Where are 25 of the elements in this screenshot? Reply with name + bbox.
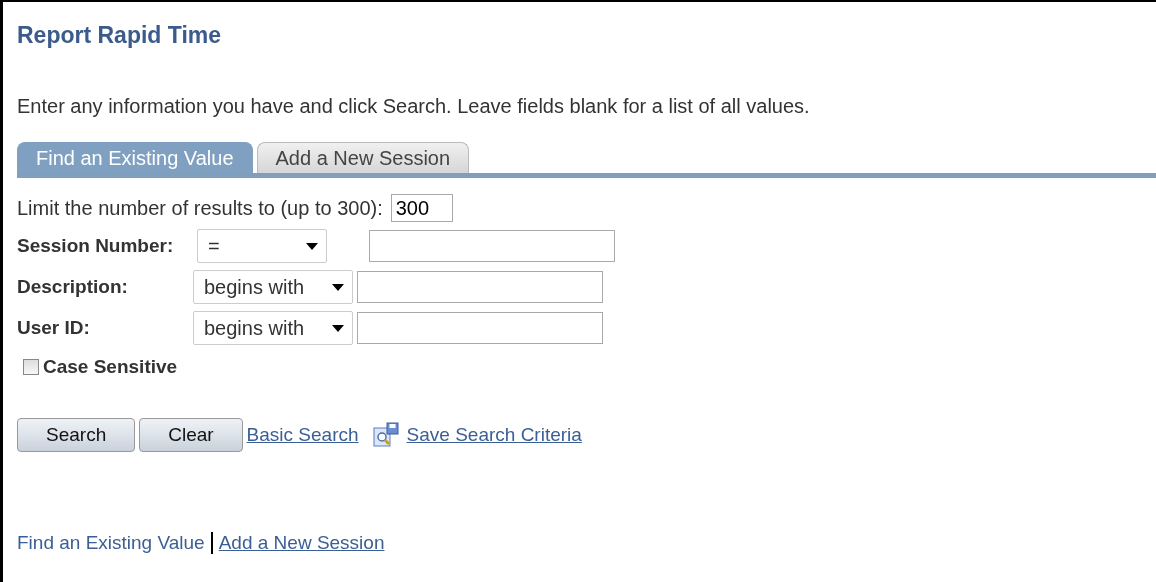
- footer-link[interactable]: Find an Existing Value: [17, 532, 205, 554]
- action-button[interactable]: Clear: [139, 418, 243, 452]
- footer-link[interactable]: Add a New Session: [218, 532, 385, 554]
- field-label: Description:: [17, 276, 129, 298]
- page-title: Report Rapid Time: [17, 22, 222, 49]
- caret-icon: [332, 324, 344, 332]
- text-field[interactable]: [369, 230, 615, 262]
- operator-dropdown[interactable]: begins with: [193, 311, 353, 345]
- caret-icon: [332, 283, 344, 291]
- instructions-text: Enter any information you have and click Search. Leave fields blank for a list of all values.: [17, 95, 810, 118]
- field-label: User ID:: [17, 317, 91, 339]
- text-field[interactable]: [357, 271, 603, 303]
- caret-icon: [306, 242, 318, 250]
- limit-label: Limit the number of results to (up to 300):: [17, 196, 383, 220]
- link[interactable]: Basic Search: [246, 424, 359, 446]
- tab[interactable]: Add a New Session: [256, 142, 470, 173]
- text-field[interactable]: [357, 312, 603, 344]
- checkbox-label: Case Sensitive: [43, 356, 178, 378]
- operator-dropdown[interactable]: =: [197, 229, 327, 263]
- checkbox[interactable]: [23, 359, 39, 375]
- field-label: Session Number:: [17, 235, 175, 257]
- operator-dropdown[interactable]: begins with: [193, 270, 353, 304]
- link[interactable]: Save Search Criteria: [406, 424, 582, 446]
- limit-field[interactable]: 300: [390, 194, 453, 222]
- action-button[interactable]: Search: [17, 418, 136, 452]
